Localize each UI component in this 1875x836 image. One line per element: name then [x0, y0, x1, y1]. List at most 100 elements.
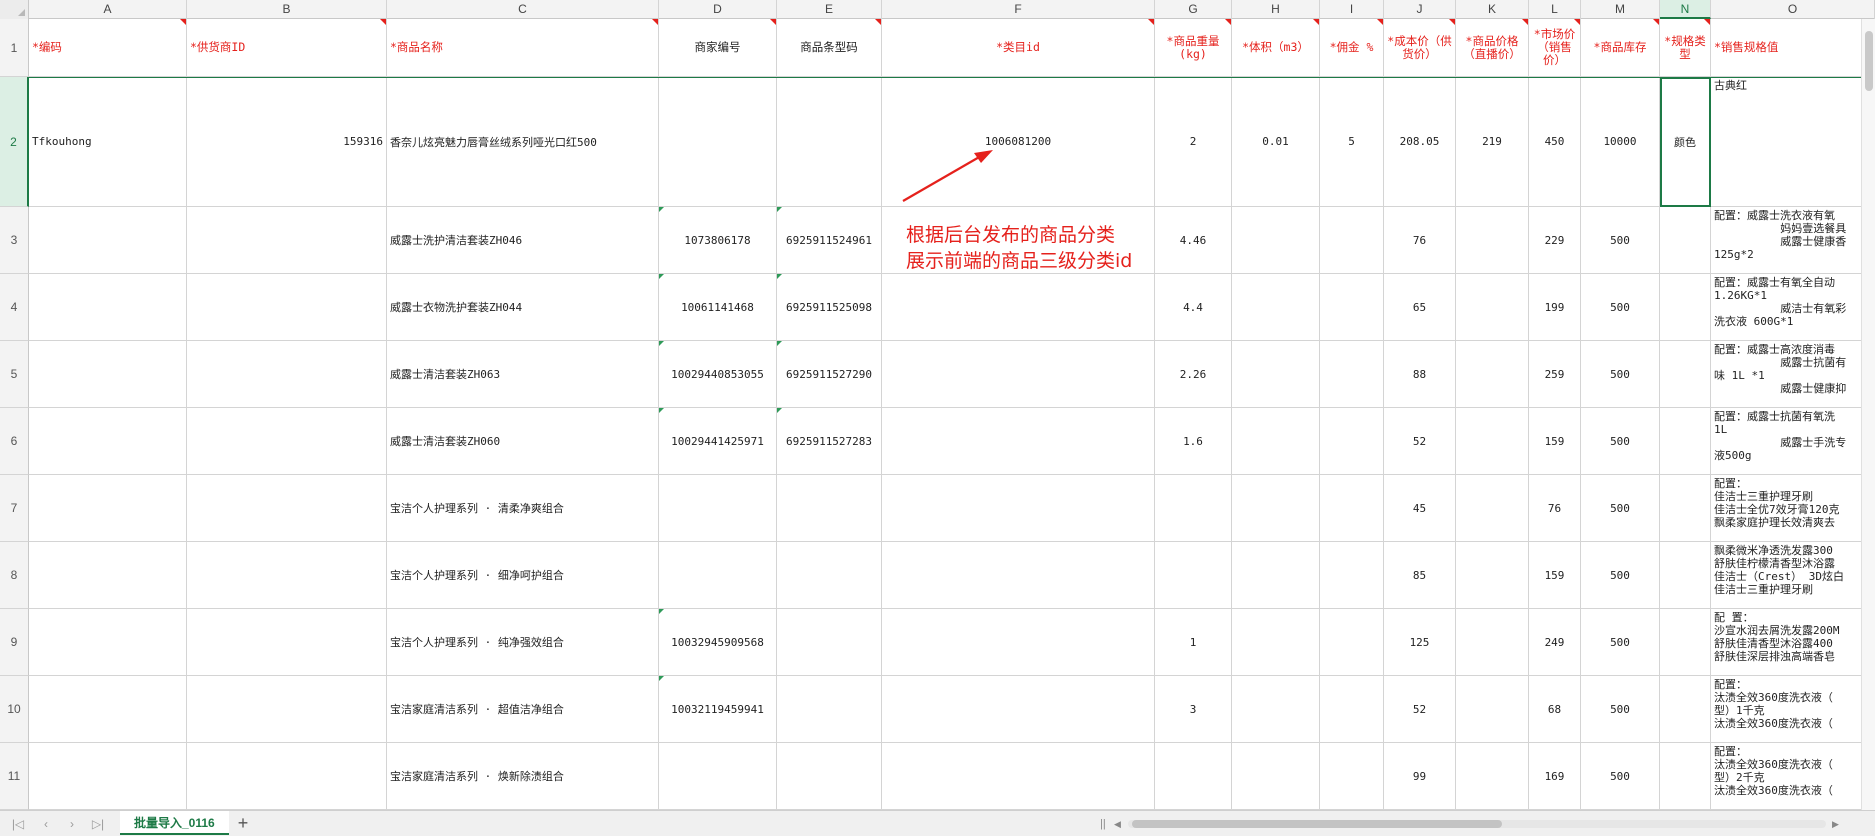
cell-L6[interactable]: 159: [1529, 408, 1581, 475]
cell-N7[interactable]: [1660, 475, 1711, 542]
cell-I9[interactable]: [1320, 609, 1384, 676]
cell-A4[interactable]: [29, 274, 187, 341]
row-header-6[interactable]: 6: [0, 408, 29, 475]
cell-N11[interactable]: [1660, 743, 1711, 810]
scroll-left-icon[interactable]: ◀: [1114, 817, 1121, 831]
cell-N10[interactable]: [1660, 676, 1711, 743]
cell-B10[interactable]: [187, 676, 387, 743]
cell-N2[interactable]: 颜色: [1660, 77, 1711, 207]
cell-K4[interactable]: [1456, 274, 1529, 341]
cell-O6[interactable]: 配置：威露士抗菌有氧洗 1L 威露士手洗专 液500g: [1711, 408, 1875, 475]
cell-M11[interactable]: 500: [1581, 743, 1660, 810]
cell-J3[interactable]: 76: [1384, 207, 1456, 274]
cell-E11[interactable]: [777, 743, 882, 810]
column-header-F[interactable]: F: [882, 0, 1155, 19]
row-header-4[interactable]: 4: [0, 274, 29, 341]
cell-A5[interactable]: [29, 341, 187, 408]
cell-J9[interactable]: 125: [1384, 609, 1456, 676]
cell-H4[interactable]: [1232, 274, 1320, 341]
cell-D5[interactable]: 10029440853055: [659, 341, 777, 408]
cell-L9[interactable]: 249: [1529, 609, 1581, 676]
cell-E4[interactable]: 6925911525098: [777, 274, 882, 341]
column-header-H[interactable]: H: [1232, 0, 1320, 19]
header-cell-I[interactable]: *佣金 %: [1320, 19, 1384, 77]
cell-D10[interactable]: 10032119459941: [659, 676, 777, 743]
cell-I8[interactable]: [1320, 542, 1384, 609]
cell-O7[interactable]: 配置： 佳洁士三重护理牙刷 佳洁士全优7效牙膏120克 飘柔家庭护理长效清爽去: [1711, 475, 1875, 542]
cell-E2[interactable]: [777, 77, 882, 207]
cell-O10[interactable]: 配置： 汰渍全效360度洗衣液（ 型）1千克 汰渍全效360度洗衣液（: [1711, 676, 1875, 743]
cell-C3[interactable]: 威露士洗护清洁套装ZH046: [387, 207, 659, 274]
cell-I11[interactable]: [1320, 743, 1384, 810]
cell-C7[interactable]: 宝洁个人护理系列 · 清柔净爽组合: [387, 475, 659, 542]
cell-A8[interactable]: [29, 542, 187, 609]
cell-B9[interactable]: [187, 609, 387, 676]
cell-N8[interactable]: [1660, 542, 1711, 609]
column-header-N[interactable]: N: [1660, 0, 1711, 19]
cell-L8[interactable]: 159: [1529, 542, 1581, 609]
cell-H2[interactable]: 0.01: [1232, 77, 1320, 207]
cell-O4[interactable]: 配置：威露士有氧全自动 1.26KG*1 威洁士有氧彩 洗衣液 600G*1: [1711, 274, 1875, 341]
cell-E5[interactable]: 6925911527290: [777, 341, 882, 408]
horizontal-scrollbar[interactable]: ◀ ▶: [1112, 817, 1842, 831]
vertical-scrollbar-thumb[interactable]: [1865, 31, 1873, 91]
cell-N4[interactable]: [1660, 274, 1711, 341]
column-header-C[interactable]: C: [387, 0, 659, 19]
cell-M2[interactable]: 10000: [1581, 77, 1660, 207]
cell-C2[interactable]: 香奈儿炫亮魅力唇膏丝绒系列哑光口红500: [387, 77, 659, 207]
cell-G6[interactable]: 1.6: [1155, 408, 1232, 475]
cell-N3[interactable]: [1660, 207, 1711, 274]
cell-C11[interactable]: 宝洁家庭清洁系列 · 焕新除渍组合: [387, 743, 659, 810]
row-header-1[interactable]: 1: [0, 19, 29, 77]
header-cell-D[interactable]: 商家编号: [659, 19, 777, 77]
cell-J10[interactable]: 52: [1384, 676, 1456, 743]
cell-K10[interactable]: [1456, 676, 1529, 743]
cell-L2[interactable]: 450: [1529, 77, 1581, 207]
header-cell-K[interactable]: *商品价格（直播价）: [1456, 19, 1529, 77]
last-sheet-icon[interactable]: ▷|: [88, 815, 108, 833]
cell-G10[interactable]: 3: [1155, 676, 1232, 743]
cell-F10[interactable]: [882, 676, 1155, 743]
cell-G2[interactable]: 2: [1155, 77, 1232, 207]
cell-B2[interactable]: 159316: [187, 77, 387, 207]
cell-K9[interactable]: [1456, 609, 1529, 676]
cell-F7[interactable]: [882, 475, 1155, 542]
cell-L5[interactable]: 259: [1529, 341, 1581, 408]
column-header-K[interactable]: K: [1456, 0, 1529, 19]
cell-F11[interactable]: [882, 743, 1155, 810]
first-sheet-icon[interactable]: |◁: [8, 815, 28, 833]
cell-M5[interactable]: 500: [1581, 341, 1660, 408]
cell-F5[interactable]: [882, 341, 1155, 408]
row-header-3[interactable]: 3: [0, 207, 29, 274]
cell-K8[interactable]: [1456, 542, 1529, 609]
cell-A2[interactable]: Tfkouhong: [29, 77, 187, 207]
cell-L10[interactable]: 68: [1529, 676, 1581, 743]
header-cell-J[interactable]: *成本价（供货价）: [1384, 19, 1456, 77]
cell-O3[interactable]: 配置：威露士洗衣液有氧 妈妈壹选餐具 威露士健康香 125g*2: [1711, 207, 1875, 274]
cell-K11[interactable]: [1456, 743, 1529, 810]
cell-C9[interactable]: 宝洁个人护理系列 · 纯净强效组合: [387, 609, 659, 676]
cell-O2[interactable]: 古典红: [1711, 77, 1875, 207]
cell-J2[interactable]: 208.05: [1384, 77, 1456, 207]
cell-C10[interactable]: 宝洁家庭清洁系列 · 超值洁净组合: [387, 676, 659, 743]
cell-I5[interactable]: [1320, 341, 1384, 408]
cell-M7[interactable]: 500: [1581, 475, 1660, 542]
cell-H11[interactable]: [1232, 743, 1320, 810]
cell-K7[interactable]: [1456, 475, 1529, 542]
cell-D11[interactable]: [659, 743, 777, 810]
cell-F9[interactable]: [882, 609, 1155, 676]
cell-G8[interactable]: [1155, 542, 1232, 609]
cell-K3[interactable]: [1456, 207, 1529, 274]
cell-O5[interactable]: 配置：威露士高浓度消毒 威露士抗菌有 味 1L *1 威露士健康抑: [1711, 341, 1875, 408]
cell-N5[interactable]: [1660, 341, 1711, 408]
column-header-I[interactable]: I: [1320, 0, 1384, 19]
header-cell-F[interactable]: *类目id: [882, 19, 1155, 77]
cell-J6[interactable]: 52: [1384, 408, 1456, 475]
cell-D9[interactable]: 10032945909568: [659, 609, 777, 676]
cell-N6[interactable]: [1660, 408, 1711, 475]
cell-M6[interactable]: 500: [1581, 408, 1660, 475]
cell-M9[interactable]: 500: [1581, 609, 1660, 676]
cell-E3[interactable]: 6925911524961: [777, 207, 882, 274]
cell-A9[interactable]: [29, 609, 187, 676]
cell-J7[interactable]: 45: [1384, 475, 1456, 542]
